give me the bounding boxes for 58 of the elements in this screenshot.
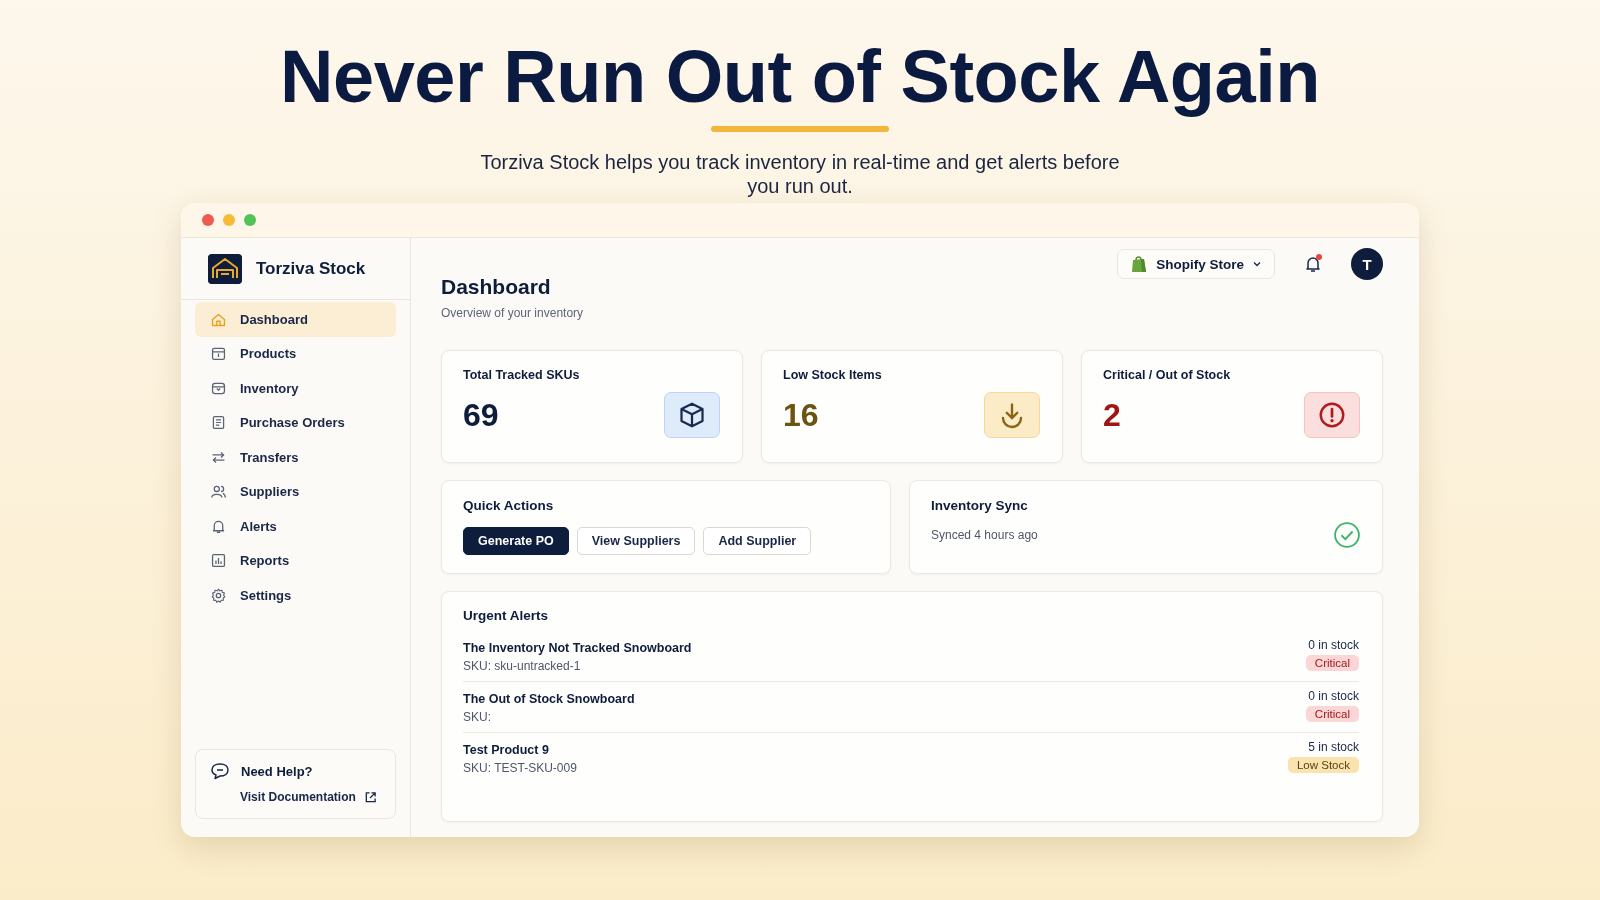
stock-count: 0 in stock [1308,638,1359,652]
sidebar-item[interactable]: Reports [195,543,396,578]
stat-value: 69 [463,396,499,434]
card-title: Quick Actions [463,498,555,513]
stock-count: 5 in stock [1308,740,1359,754]
status-badge: Critical [1305,655,1359,671]
stock-count: 0 in stock [1308,689,1359,703]
sidebar-item[interactable]: Purchase Orders [195,405,396,440]
stat-label: Total Tracked SKUs [463,368,581,382]
product-sku: SKU: TEST-SKU-009 [463,761,577,775]
sync-status: Synced 4 hours ago [931,528,1038,542]
card-title: Inventory Sync [931,498,1029,513]
sidebar-item[interactable]: Settings [195,578,396,613]
settings-icon [210,586,227,604]
minimize-dot[interactable] [223,214,235,226]
stat-value: 2 [1103,396,1121,434]
product-name: The Out of Stock Snowboard [463,692,635,706]
product-name: Test Product 9 [463,743,549,757]
warehouse-logo-icon [208,253,242,284]
documentation-link[interactable]: Visit Documentation [210,790,381,804]
brand-name: Torziva Stock [256,258,366,279]
sidebar-item[interactable]: Products [195,336,396,371]
sidebar-item[interactable]: Dashboard [195,302,396,337]
action-button[interactable]: Add Supplier [703,527,812,555]
chevron-down-icon [1252,259,1262,269]
notification-bell-icon[interactable] [1303,254,1323,274]
bar-chart-icon [210,552,227,570]
close-dot[interactable] [202,214,214,226]
help-title: Need Help? [241,763,313,779]
store-selector[interactable]: Shopify Store [1117,249,1275,279]
sidebar-item[interactable]: Inventory [195,371,396,406]
stat-label: Critical / Out of Stock [1103,368,1232,382]
cube-icon [664,392,720,438]
product-sku: SKU: sku-untracked-1 [463,659,581,673]
sidebar-item[interactable]: Suppliers [195,474,396,509]
box-icon [210,345,227,363]
stat-label: Low Stock Items [783,368,883,382]
status-badge: Critical [1305,706,1359,722]
maximize-dot[interactable] [244,214,256,226]
status-badge: Low Stock [1287,757,1359,773]
user-avatar[interactable]: T [1351,248,1383,280]
action-button[interactable]: View Suppliers [576,527,696,555]
sidebar-item[interactable]: Alerts [195,509,396,544]
download-icon [984,392,1040,438]
action-button[interactable]: Generate PO [463,527,569,555]
page-subtitle: Overview of your inventory [441,306,584,320]
product-sku: SKU: [463,710,491,724]
page-title: Dashboard [441,276,551,297]
subheadline: Torziva Stock helps you track inventory in real-time and get alerts before you run out. [479,150,1121,198]
shopping-bag-icon [1130,254,1149,274]
stat-value: 16 [783,396,819,434]
external-link-icon [363,790,377,804]
document-icon [210,414,227,432]
chat-bubble-icon [210,762,230,780]
sidebar-item[interactable]: Transfers [195,440,396,475]
product-name: The Inventory Not Tracked Snowboard [463,641,692,655]
card-title: Urgent Alerts [463,608,549,623]
alert-icon [1304,392,1360,438]
